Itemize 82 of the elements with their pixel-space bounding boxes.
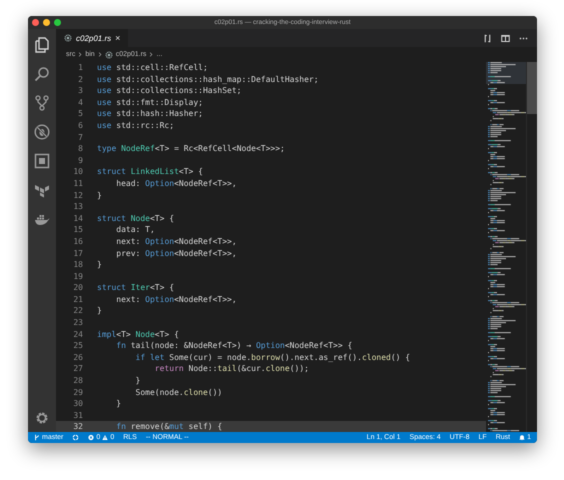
line-number: 32	[72, 421, 83, 433]
line-number: 8	[77, 143, 83, 155]
line-number: 13	[72, 201, 83, 213]
file-icon	[104, 50, 113, 58]
code-line: struct Node<T> {	[97, 212, 174, 224]
line-number: 16	[72, 236, 83, 248]
line-number: 6	[77, 120, 83, 132]
line-number: 31	[72, 410, 83, 422]
code-line: use std::rc::Rc;	[97, 120, 174, 132]
line-number: 27	[72, 363, 83, 376]
code-line: }	[97, 305, 102, 318]
code-line: return Node::tail(&cur.clone());	[154, 363, 309, 376]
chevron-icon	[98, 52, 102, 57]
line-number: 12	[72, 190, 83, 202]
line-number: 26	[72, 352, 83, 364]
line-number: 30	[72, 398, 83, 410]
code-line: use std::fmt::Display;	[97, 96, 203, 108]
zoom-window-button[interactable]	[54, 19, 61, 26]
code-line: }	[97, 190, 102, 202]
bell-icon	[519, 434, 526, 441]
code-line: }	[115, 398, 122, 410]
line-number: 3	[77, 85, 83, 97]
code-line: next: Option<NodeRef<T>>,	[115, 236, 237, 248]
line-number: 7	[77, 132, 83, 144]
code-line: }	[97, 259, 102, 271]
code-line: impl<T> Node<T> {	[97, 328, 179, 340]
tab-label: c02p01.rs	[76, 34, 112, 42]
blocks-icon[interactable]	[34, 182, 50, 198]
line-number: 29	[72, 386, 83, 398]
code-line: type NodeRef<T> = Rc<RefCell<Node<T>>>;	[97, 143, 285, 155]
code-line: head: Option<NodeRef<T>>,	[115, 178, 237, 190]
settings-icon[interactable]	[34, 410, 50, 426]
line-number: 28	[72, 375, 83, 387]
line-number: 23	[72, 317, 83, 329]
line-number: 21	[72, 294, 83, 306]
sync-icon[interactable]	[72, 434, 80, 441]
chevron-icon	[78, 52, 82, 57]
code-line: fn tail(node: &NodeRef<T>) → Option<NodeRef<T>> {	[115, 340, 352, 352]
line-number: 4	[77, 96, 83, 108]
code-line: next: Option<NodeRef<T>>,	[115, 294, 237, 306]
line-number: 5	[77, 108, 83, 120]
code-line: Some(node.clone())	[134, 386, 222, 398]
line-number: 25	[72, 340, 83, 352]
code-line: if let Some(cur) = node.borrow().next.as_ref().cloned() {	[134, 352, 410, 364]
close-window-button[interactable]	[32, 19, 39, 26]
branch-icon	[34, 434, 40, 441]
code-line: use std::collections::hash_map::DefaultHasher;	[97, 74, 319, 86]
no-bug-icon[interactable]	[34, 124, 50, 140]
code-line: fn remove(&mut self) {	[115, 421, 222, 433]
code-line: use std::collections::HashSet;	[97, 85, 242, 97]
line-number: 22	[72, 305, 83, 318]
files-icon[interactable]	[34, 37, 50, 53]
line-number: 1	[77, 62, 83, 74]
scrollbar-thumb[interactable]	[527, 62, 537, 114]
line-number: 15	[72, 224, 83, 236]
search-icon[interactable]	[34, 66, 50, 82]
code-line: data: T,	[115, 224, 155, 236]
chevron-icon	[149, 52, 154, 57]
editor-tab[interactable]: c02p01.rs ×	[56, 29, 128, 47]
code-line: prev: Option<NodeRef<T>>,	[115, 248, 237, 260]
minimize-window-button[interactable]	[43, 19, 50, 26]
line-number: 2	[77, 74, 83, 86]
compare-icon[interactable]	[483, 34, 492, 42]
line-number: 19	[72, 270, 83, 282]
code-line: use std::cell::RefCell;	[97, 62, 208, 74]
line-number: 14	[72, 212, 83, 224]
line-number: 10	[72, 166, 83, 178]
code-line: use std::hash::Hasher;	[97, 108, 203, 120]
line-number: 9	[77, 154, 83, 166]
line-number: 11	[72, 178, 83, 190]
code-line: struct LinkedList<T> {	[97, 166, 203, 178]
line-number: 20	[72, 282, 83, 294]
code-line: struct Iter<T> {	[97, 282, 174, 294]
extensions-icon[interactable]	[34, 153, 50, 169]
file-icon	[64, 34, 72, 42]
close-icon[interactable]: ×	[115, 33, 120, 43]
split-editor-icon[interactable]	[501, 34, 510, 42]
line-number: 18	[72, 259, 83, 271]
code-line: }	[134, 375, 140, 387]
source-control-icon[interactable]	[34, 95, 50, 111]
line-number: 24	[72, 328, 83, 340]
line-number: 17	[72, 248, 83, 260]
